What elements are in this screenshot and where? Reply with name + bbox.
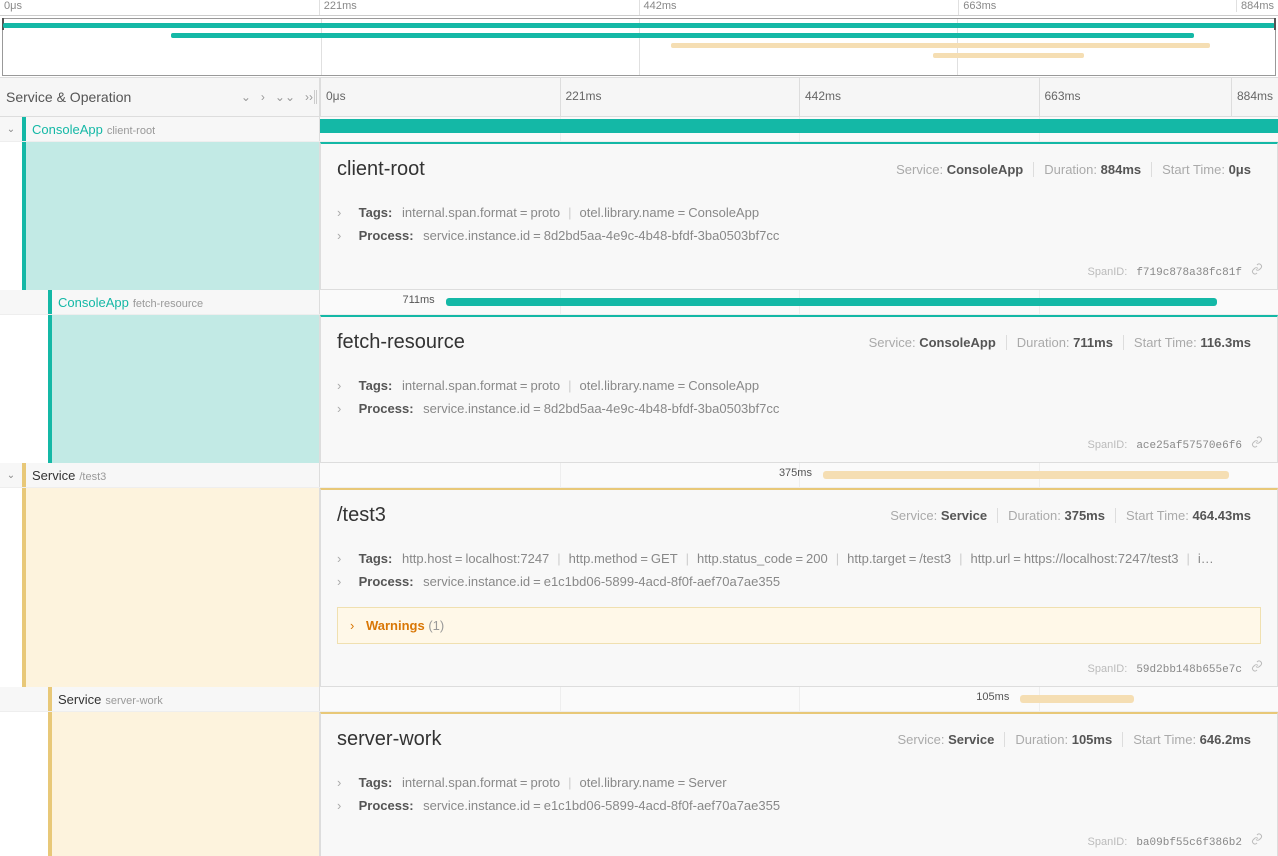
span-label[interactable]: ⌄ Service/test3 <box>0 463 320 487</box>
collapse-all-icon[interactable]: ⌄⌄ <box>275 90 295 104</box>
span-duration-label: 375ms <box>779 467 812 479</box>
minimap-bar <box>671 43 1210 48</box>
span-detail: fetch-resource Service: ConsoleApp Durat… <box>0 315 1278 463</box>
link-icon[interactable] <box>1251 833 1263 848</box>
span-detail: /test3 Service: Service Duration: 375ms … <box>0 488 1278 687</box>
chevron-right-icon: › <box>337 228 347 243</box>
link-icon[interactable] <box>1251 660 1263 675</box>
span-name: Service/test3 <box>26 468 106 483</box>
process-row[interactable]: › Process: service.instance.id=8d2bd5aa-… <box>337 224 1261 247</box>
span-id-footer: SpanID: ace25af57570e6f6 <box>321 430 1277 462</box>
span-id-footer: SpanID: ba09bf55c6f386b2 <box>321 827 1277 856</box>
chevron-right-icon: › <box>337 205 347 220</box>
span-detail-meta: Service: Service Duration: 105ms Start T… <box>888 732 1262 747</box>
expand-all-icon[interactable]: ›› <box>305 90 313 104</box>
process-row[interactable]: › Process: service.instance.id=e1c1bd06-… <box>337 570 1261 593</box>
minimap-tick: 663ms <box>958 0 1278 15</box>
minimap-bar <box>933 53 1084 58</box>
span-bar-track[interactable] <box>320 117 1278 141</box>
time-tick: 221ms <box>560 78 602 116</box>
span-id-footer: SpanID: f719c878a38fc81f <box>321 257 1277 289</box>
tags-row[interactable]: › Tags: internal.span.format=proto|otel.… <box>337 374 1261 397</box>
expand-chevron-icon[interactable]: ⌄ <box>0 470 22 481</box>
detail-body: /test3 Service: Service Duration: 375ms … <box>320 488 1278 687</box>
minimap-tick: 221ms <box>319 0 639 15</box>
minimap-bar <box>3 23 1275 28</box>
span-detail-meta: Service: ConsoleApp Duration: 711ms Star… <box>859 335 1261 350</box>
detail-gutter <box>0 315 320 463</box>
span-detail-meta: Service: Service Duration: 375ms Start T… <box>880 508 1261 523</box>
span-detail-title: client-root <box>337 158 425 181</box>
span-detail-title: server-work <box>337 728 441 751</box>
span-duration-label: 105ms <box>976 691 1009 703</box>
span-bar-track[interactable]: 375ms <box>320 463 1278 487</box>
expand-one-icon[interactable]: › <box>261 90 265 104</box>
detail-gutter <box>0 142 320 290</box>
minimap-ticks: 0μs 221ms 442ms 663ms 884ms <box>0 0 1278 16</box>
span-detail-meta: Service: ConsoleApp Duration: 884ms Star… <box>886 162 1261 177</box>
detail-body: fetch-resource Service: ConsoleApp Durat… <box>320 315 1278 463</box>
span-detail: server-work Service: Service Duration: 1… <box>0 712 1278 856</box>
span-row[interactable]: ⌄ Service/test3 375ms <box>0 463 1278 488</box>
tags-row[interactable]: › Tags: internal.span.format=proto|otel.… <box>337 771 1261 794</box>
span-id-footer: SpanID: 59d2bb148b655e7c <box>321 654 1277 686</box>
chevron-right-icon: › <box>350 618 354 633</box>
span-row[interactable]: ⌄ ConsoleAppclient-root <box>0 117 1278 142</box>
chevron-right-icon: › <box>337 798 347 813</box>
link-icon[interactable] <box>1251 436 1263 451</box>
span-bar-track[interactable]: 711ms <box>320 290 1278 314</box>
span-label[interactable]: ConsoleAppfetch-resource <box>0 290 320 314</box>
span-label[interactable]: ⌄ ConsoleAppclient-root <box>0 117 320 141</box>
collapse-one-icon[interactable]: ⌄ <box>241 90 251 104</box>
chevron-right-icon: › <box>337 551 347 566</box>
tags-row[interactable]: › Tags: http.host=localhost:7247|http.me… <box>337 547 1261 570</box>
process-row[interactable]: › Process: service.instance.id=e1c1bd06-… <box>337 794 1261 817</box>
span-bar-track[interactable]: 105ms <box>320 687 1278 711</box>
span-duration-label: 711ms <box>402 294 434 306</box>
span-bar[interactable] <box>446 298 1216 306</box>
expand-chevron-icon[interactable]: ⌄ <box>0 124 22 135</box>
time-axis: 0μs 221ms 442ms 663ms 884ms <box>320 78 1278 116</box>
service-operation-label: Service & Operation <box>6 89 131 105</box>
span-name: ConsoleAppfetch-resource <box>52 295 203 310</box>
span-name: Serviceserver-work <box>52 692 163 707</box>
span-bar[interactable] <box>823 471 1229 479</box>
detail-gutter <box>0 712 320 856</box>
chevron-right-icon: › <box>337 574 347 589</box>
span-bar[interactable] <box>320 119 1278 133</box>
chevron-right-icon: › <box>337 775 347 790</box>
span-detail: client-root Service: ConsoleApp Duration… <box>0 142 1278 290</box>
span-detail-title: /test3 <box>337 504 386 527</box>
minimap-tick: 0μs <box>0 0 319 15</box>
time-tick: 663ms <box>1039 78 1081 116</box>
minimap-tick: 442ms <box>639 0 959 15</box>
span-bar[interactable] <box>1020 695 1134 703</box>
chevron-right-icon: › <box>337 401 347 416</box>
minimap-body[interactable] <box>2 18 1276 76</box>
minimap-overview[interactable]: 0μs 221ms 442ms 663ms 884ms <box>0 0 1278 78</box>
detail-body: client-root Service: ConsoleApp Duration… <box>320 142 1278 290</box>
minimap-tick: 884ms <box>1236 0 1278 12</box>
time-tick: 0μs <box>320 78 346 116</box>
service-operation-header: Service & Operation ⌄ › ⌄⌄ ›› <box>0 78 320 116</box>
minimap-bar <box>171 33 1194 38</box>
detail-gutter <box>0 488 320 687</box>
detail-body: server-work Service: Service Duration: 1… <box>320 712 1278 856</box>
tags-row[interactable]: › Tags: internal.span.format=proto|otel.… <box>337 201 1261 224</box>
chevron-right-icon: › <box>337 378 347 393</box>
span-row[interactable]: Serviceserver-work 105ms <box>0 687 1278 712</box>
span-name: ConsoleAppclient-root <box>26 122 155 137</box>
span-label[interactable]: Serviceserver-work <box>0 687 320 711</box>
process-row[interactable]: › Process: service.instance.id=8d2bd5aa-… <box>337 397 1261 420</box>
timeline-header: Service & Operation ⌄ › ⌄⌄ ›› 0μs 221ms … <box>0 78 1278 117</box>
time-tick: 442ms <box>799 78 841 116</box>
link-icon[interactable] <box>1251 263 1263 278</box>
time-tick: 884ms <box>1231 78 1278 116</box>
span-row[interactable]: ConsoleAppfetch-resource 711ms <box>0 290 1278 315</box>
column-resize-handle[interactable] <box>313 78 319 116</box>
warnings-section[interactable]: › Warnings (1) <box>337 607 1261 644</box>
span-detail-title: fetch-resource <box>337 331 465 354</box>
